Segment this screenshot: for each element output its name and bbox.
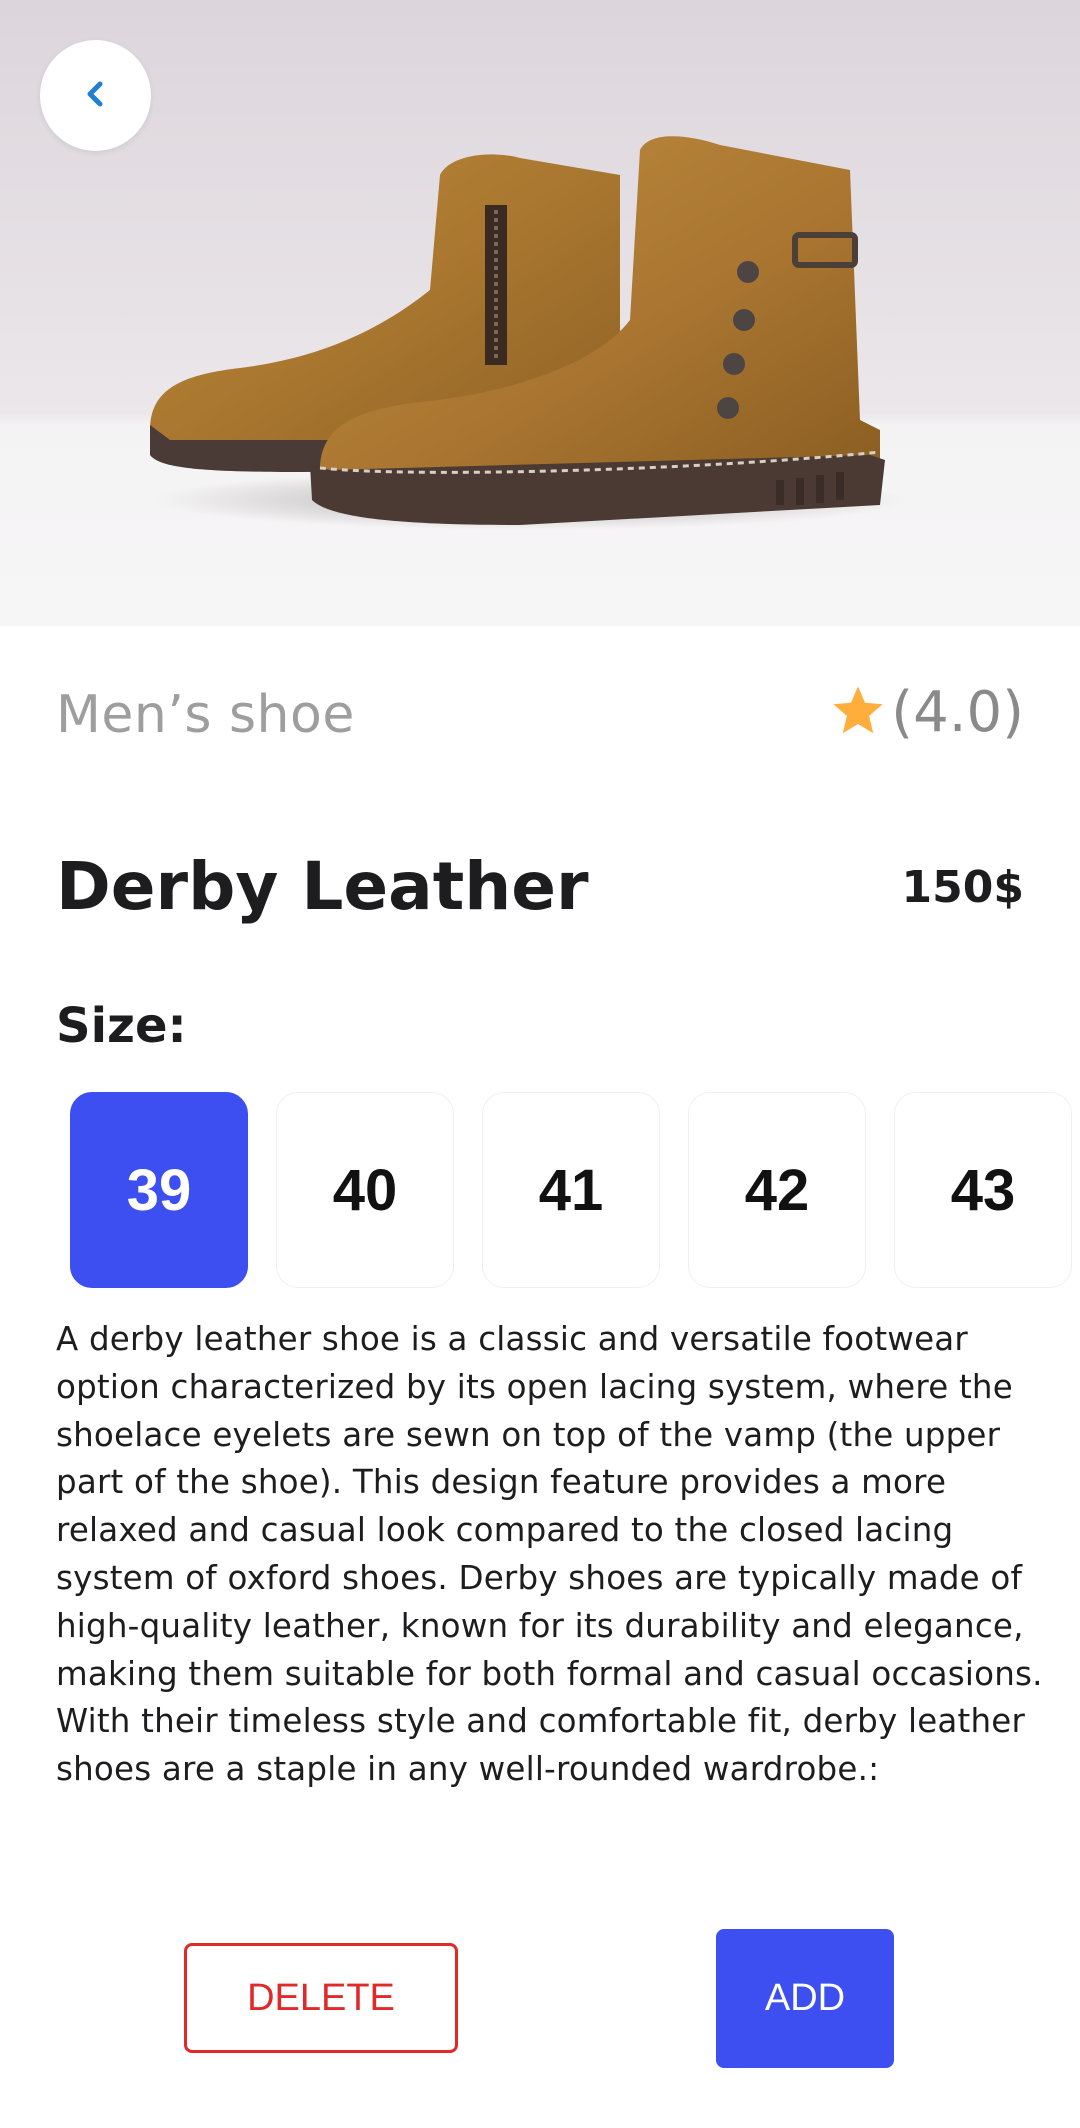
size-option-40[interactable]: 40 [276,1092,454,1288]
size-option-39[interactable]: 39 [70,1092,248,1288]
chevron-left-icon [76,74,116,118]
size-option-41[interactable]: 41 [482,1092,660,1288]
back-button[interactable] [40,40,151,151]
product-price: 150$ [901,862,1024,913]
product-description: A derby leather shoe is a classic and ve… [56,1320,1043,1789]
star-icon [829,682,887,744]
size-option-43[interactable]: 43 [894,1092,1072,1288]
product-rating: (4.0) [829,680,1024,745]
product-name: Derby Leather [56,848,589,925]
size-option-42[interactable]: 42 [688,1092,866,1288]
delete-button[interactable]: DELETE [184,1943,458,2053]
size-selector: 39 40 41 42 43 [70,1092,1080,1288]
product-category: Men’s shoe [56,685,355,745]
rating-value: (4.0) [891,680,1024,745]
size-label: Size: [56,998,187,1054]
boots-illustration [150,136,885,525]
add-button[interactable]: ADD [716,1929,894,2068]
product-image [0,0,1080,626]
